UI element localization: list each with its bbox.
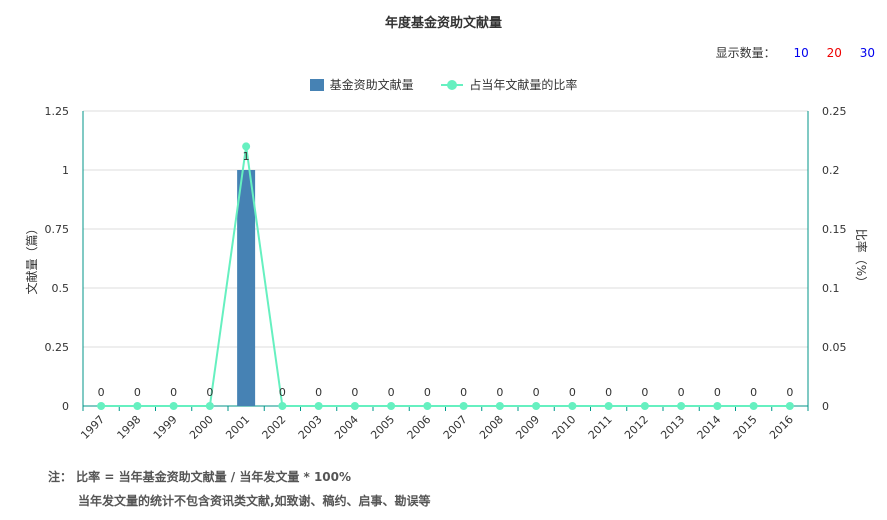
ratio-point [350, 402, 359, 410]
data-label: 1 [243, 150, 250, 163]
y2-tick-label: 0.25 [822, 105, 847, 118]
x-tick-label: 2000 [187, 413, 216, 442]
ratio-point [169, 402, 178, 410]
data-label: 0 [424, 386, 431, 399]
data-label: 0 [98, 386, 105, 399]
ratio-point [568, 402, 577, 410]
chart-area: 0 0.25 0.5 0.75 1 1.25 0 0.05 0.1 0.15 0.2 0.25 文献量（… [24, 105, 869, 442]
x-tick-label: 2003 [296, 413, 325, 442]
data-label: 0 [569, 386, 576, 399]
x-tick-label: 2007 [441, 413, 470, 442]
ratio-point [278, 402, 287, 410]
data-label: 0 [460, 386, 467, 399]
ratio-point [604, 402, 613, 410]
y2-tick-label: 0 [822, 400, 829, 413]
note-ratio-formula: 注： 比率 = 当年基金资助文献量 / 当年发文量 * 100% [48, 470, 352, 484]
y2-axis-title: 比率（%） [854, 229, 869, 288]
x-tick-label: 1999 [151, 413, 180, 442]
ratio-point [532, 402, 541, 410]
data-label: 0 [678, 386, 685, 399]
ratio-point [205, 402, 214, 410]
y2-tick-label: 0.1 [822, 282, 840, 295]
ratio-point [785, 402, 794, 410]
ratio-point [133, 402, 142, 410]
x-tick-label: 2009 [513, 413, 542, 442]
data-label: 0 [279, 386, 286, 399]
x-tick-label: 2004 [332, 413, 361, 442]
data-label: 0 [134, 386, 141, 399]
ratio-point [495, 402, 504, 410]
ratio-line [101, 146, 790, 407]
x-tick-label: 2015 [731, 413, 760, 442]
x-tick-label: 2013 [658, 413, 687, 442]
data-label: 0 [605, 386, 612, 399]
ratio-point [713, 402, 722, 410]
x-tick-label: 2006 [405, 413, 434, 442]
x-tick-label: 1997 [78, 413, 107, 442]
data-label: 0 [496, 386, 503, 399]
ratio-point [677, 402, 686, 410]
ratio-point [314, 402, 323, 410]
ratio-point [97, 402, 106, 410]
data-label: 0 [351, 386, 358, 399]
x-tick-label: 2010 [550, 413, 579, 442]
bar [237, 170, 256, 406]
x-tick-label: 2008 [477, 413, 506, 442]
note-exclusions: 当年发文量的统计不包含资讯类文献,如致谢、稿约、启事、勘误等 [78, 494, 431, 508]
x-tick-label: 2012 [622, 413, 651, 442]
data-label: 0 [170, 386, 177, 399]
y-tick-label: 0.5 [52, 282, 70, 295]
x-tick-label: 2014 [695, 413, 724, 442]
x-tick-label: 1998 [115, 413, 144, 442]
data-label: 0 [750, 386, 757, 399]
ratio-point [387, 402, 396, 410]
y-axis-title: 文献量（篇） [24, 222, 39, 294]
data-label: 0 [315, 386, 322, 399]
ratio-point [640, 402, 649, 410]
y-tick-label: 0.25 [45, 341, 70, 354]
y2-tick-label: 0.2 [822, 164, 840, 177]
x-tick-label: 2002 [260, 413, 289, 442]
y-tick-label: 0 [62, 400, 69, 413]
x-tick-label: 2016 [767, 413, 796, 442]
x-tick-label: 2001 [223, 413, 252, 442]
data-label: 0 [641, 386, 648, 399]
data-label: 0 [714, 386, 721, 399]
y-tick-label: 1 [62, 164, 69, 177]
data-label: 0 [388, 386, 395, 399]
ratio-point [749, 402, 758, 410]
ratio-point [423, 402, 432, 410]
data-label: 0 [786, 386, 793, 399]
x-tick-label: 2011 [586, 413, 615, 442]
data-label: 0 [533, 386, 540, 399]
y2-tick-label: 0.05 [822, 341, 847, 354]
x-tick-label: 2005 [368, 413, 397, 442]
data-label: 0 [206, 386, 213, 399]
y2-tick-label: 0.15 [822, 223, 847, 236]
y-tick-label: 1.25 [45, 105, 70, 118]
ratio-point [459, 402, 468, 410]
y-tick-label: 0.75 [45, 223, 70, 236]
